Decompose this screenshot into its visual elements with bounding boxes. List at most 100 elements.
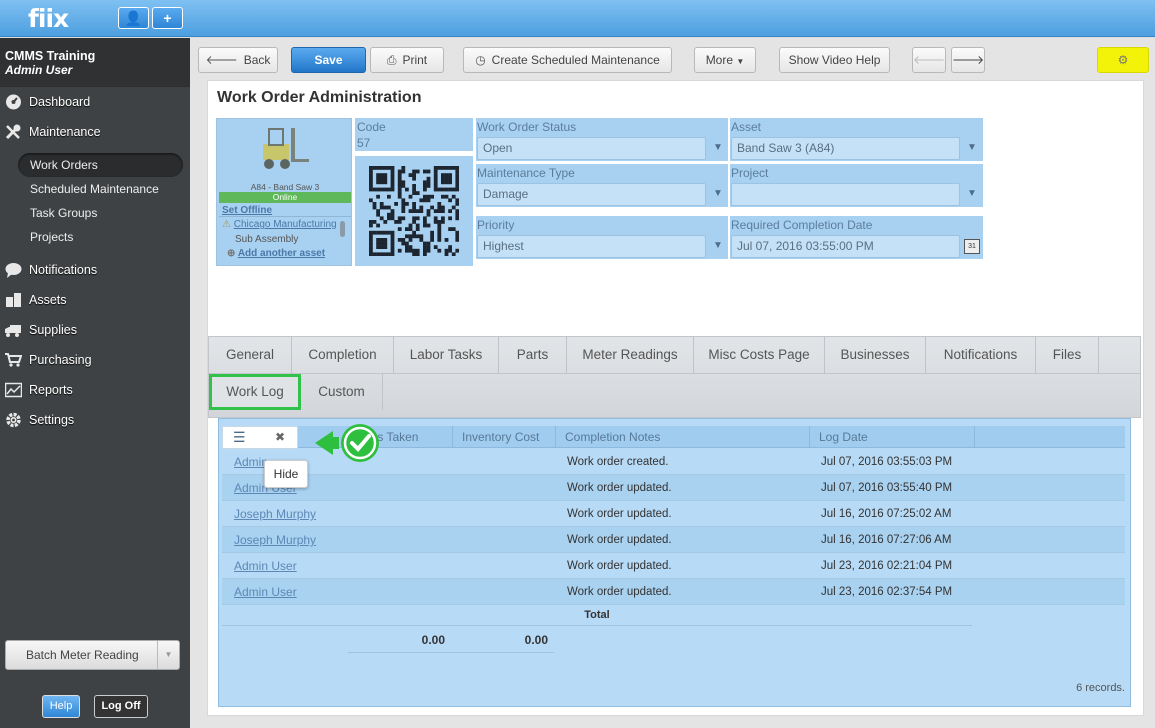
- truck-icon: [5, 322, 22, 338]
- dashboard-icon: [5, 94, 22, 110]
- site-link[interactable]: ⚠ Chicago Manufacturing: [222, 219, 337, 230]
- caret-down-icon: ▼: [736, 57, 745, 66]
- calendar-icon[interactable]: 31: [964, 239, 980, 254]
- row-notes: Work order updated.: [567, 482, 672, 494]
- sidebar-item-notifications[interactable]: Notifications: [0, 257, 190, 283]
- table-row: Admin User Work order updated. Jul 07, 201…: [222, 475, 1125, 501]
- help-button[interactable]: Help: [42, 695, 80, 718]
- user-icon[interactable]: 👤: [118, 7, 149, 29]
- more-button[interactable]: More ▼: [694, 47, 756, 73]
- chevron-down-icon[interactable]: ▼: [963, 188, 981, 202]
- wrench-icon: [5, 124, 22, 140]
- chevron-down-icon[interactable]: ▼: [963, 142, 981, 156]
- row-notes: Work order updated.: [567, 560, 672, 572]
- next-arrow-icon[interactable]: 🡒: [951, 47, 985, 73]
- total-cost: 0.00: [449, 627, 554, 653]
- gear-icon: [5, 412, 22, 428]
- table-row: Admin User Work order updated. Jul 23, 201…: [222, 553, 1125, 579]
- col-log-date[interactable]: Log Date: [809, 426, 974, 448]
- back-button[interactable]: 🡐 Back: [198, 47, 278, 73]
- prev-arrow-icon[interactable]: 🡐: [912, 47, 946, 73]
- status-select[interactable]: Open: [477, 137, 706, 160]
- sidebar: CMMS Training Admin User Dashboard Maint…: [0, 38, 190, 728]
- tab-labor-tasks[interactable]: Labor Tasks: [394, 337, 499, 373]
- tab-custom[interactable]: Custom: [301, 374, 383, 410]
- sidebar-item-reports[interactable]: Reports: [0, 377, 190, 403]
- chevron-down-icon[interactable]: ▼: [709, 188, 727, 202]
- scrollbar[interactable]: [340, 221, 345, 237]
- sidebar-item-assets[interactable]: Assets: [0, 287, 190, 313]
- forklift-icon: [257, 126, 312, 171]
- create-scheduled-maintenance-button[interactable]: ◷ Create Scheduled Maintenance: [463, 47, 672, 73]
- tab-completion[interactable]: Completion: [292, 337, 394, 373]
- tab-businesses[interactable]: Businesses: [825, 337, 926, 373]
- speech-bubble-icon: [5, 262, 22, 278]
- sidebar-label: Settings: [29, 413, 75, 427]
- row-user-link[interactable]: Admin User: [222, 579, 352, 605]
- sidebar-item-supplies[interactable]: Supplies: [0, 317, 190, 343]
- sidebar-label: Reports: [29, 383, 73, 397]
- tab-notifications[interactable]: Notifications: [926, 337, 1036, 373]
- settings-gear-icon[interactable]: ⚙: [1097, 47, 1149, 73]
- maintenance-type-select[interactable]: Damage: [477, 183, 706, 206]
- priority-label: Priority: [477, 218, 515, 232]
- sidebar-item-purchasing[interactable]: Purchasing: [0, 347, 190, 373]
- sidebar-subitem-projects[interactable]: Projects: [18, 225, 183, 249]
- add-another-asset-link[interactable]: ⊕ Add another asset: [227, 248, 325, 259]
- row-user-link[interactable]: Joseph Murphy: [222, 527, 352, 553]
- rcd-label: Required Completion Date: [731, 218, 873, 232]
- col-inventory-cost[interactable]: Inventory Cost: [452, 426, 553, 448]
- total-label: Total: [222, 604, 972, 626]
- sidebar-label: Maintenance: [29, 125, 101, 139]
- tab-parts[interactable]: Parts: [499, 337, 567, 373]
- row-notes: Work order updated.: [567, 508, 672, 520]
- status-label: Work Order Status: [477, 120, 577, 134]
- status-badge: Online: [219, 192, 351, 203]
- priority-select[interactable]: Highest: [477, 235, 706, 258]
- tab-general[interactable]: General: [209, 337, 292, 373]
- code-box: Code 57: [355, 118, 473, 151]
- tab-work-log[interactable]: Work Log: [209, 374, 301, 410]
- col-completion-notes[interactable]: Completion Notes: [555, 426, 809, 448]
- main-area: 🡐 Back Save ⎙ Print ◷ Create Scheduled Main…: [190, 38, 1155, 728]
- save-button[interactable]: Save: [291, 47, 366, 73]
- asset-select[interactable]: Band Saw 3 (A84): [731, 137, 960, 160]
- print-button[interactable]: ⎙ Print: [370, 47, 444, 73]
- tab-meter-readings[interactable]: Meter Readings: [567, 337, 694, 373]
- row-notes: Work order created.: [567, 456, 669, 468]
- sidebar-item-maintenance[interactable]: Maintenance: [0, 119, 190, 145]
- project-select[interactable]: [731, 183, 960, 206]
- tab-files[interactable]: Files: [1036, 337, 1099, 373]
- close-icon[interactable]: ✖: [275, 430, 285, 444]
- row-user-link[interactable]: Joseph Murphy: [222, 501, 352, 527]
- clock-icon: ◷: [475, 53, 486, 67]
- sidebar-subitem-task-groups[interactable]: Task Groups: [18, 201, 183, 225]
- sidebar-label: Notifications: [29, 263, 98, 277]
- chevron-down-icon[interactable]: ▼: [157, 641, 179, 669]
- asset-caption: A84 - Band Saw 3: [250, 182, 320, 192]
- batch-meter-reading-button[interactable]: Batch Meter Reading ▼: [5, 640, 180, 670]
- chevron-down-icon[interactable]: ▼: [709, 240, 727, 254]
- show-video-help-button[interactable]: Show Video Help: [779, 47, 890, 73]
- sidebar-subitem-scheduled-maintenance[interactable]: Scheduled Maintenance: [18, 177, 183, 201]
- records-count: 6 records.: [1076, 682, 1125, 694]
- row-log-date: Jul 07, 2016 03:55:40 PM: [821, 482, 953, 494]
- site-label: Chicago Manufacturing: [233, 219, 337, 230]
- code-value: 57: [357, 136, 371, 150]
- sidebar-item-settings[interactable]: Settings: [0, 407, 190, 433]
- project-box: Project ▼: [730, 164, 983, 207]
- sidebar-item-dashboard[interactable]: Dashboard: [0, 89, 190, 115]
- log-off-button[interactable]: Log Off: [94, 695, 148, 718]
- set-offline-link[interactable]: Set Offline: [222, 205, 272, 216]
- sidebar-subitem-work-orders[interactable]: Work Orders: [18, 153, 183, 177]
- tab-misc-costs-page[interactable]: Misc Costs Page: [694, 337, 825, 373]
- fiix-logo[interactable]: fiix: [28, 4, 69, 33]
- chevron-down-icon[interactable]: ▼: [709, 142, 727, 156]
- add-icon[interactable]: +: [152, 7, 183, 29]
- org-name: CMMS Training: [5, 49, 96, 63]
- list-icon[interactable]: ☰: [233, 429, 246, 446]
- rcd-input[interactable]: Jul 07, 2016 03:55:00 PM: [731, 235, 960, 258]
- row-log-date: Jul 07, 2016 03:55:03 PM: [821, 456, 953, 468]
- row-user-link[interactable]: Admin User: [222, 553, 352, 579]
- row-log-date: Jul 23, 2016 02:21:04 PM: [821, 560, 953, 572]
